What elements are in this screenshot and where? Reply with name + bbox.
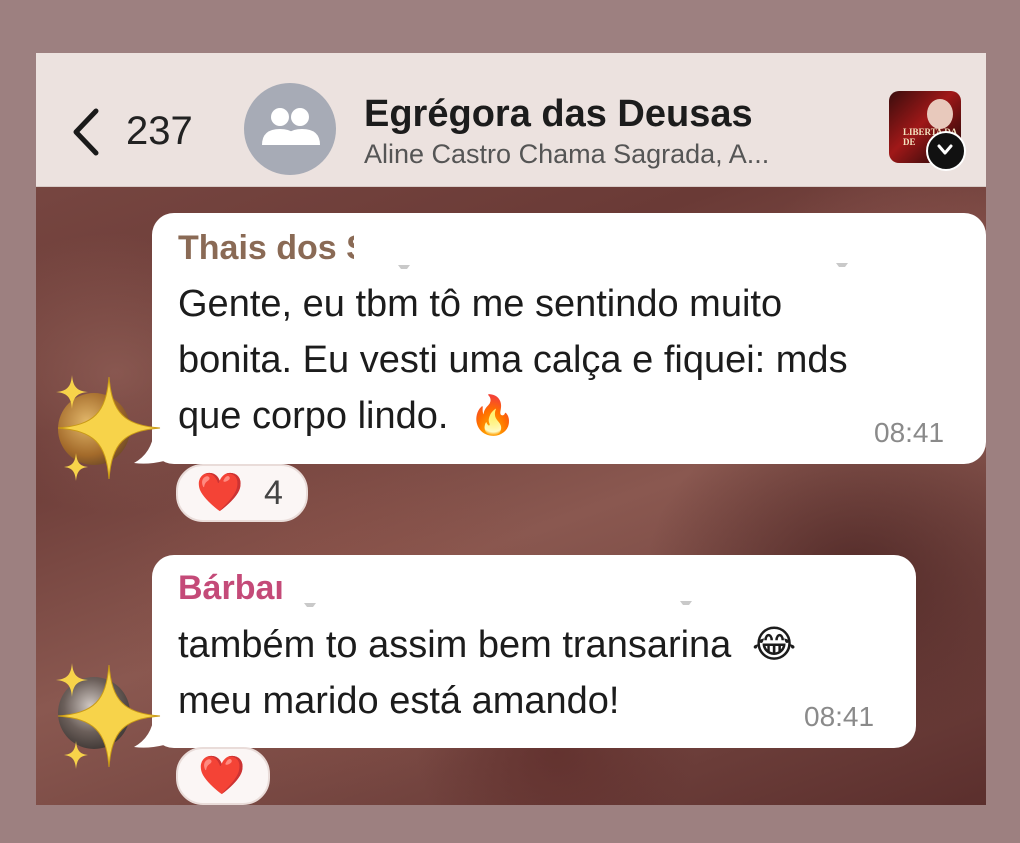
message-sender[interactable]: Bárbaı [178,569,298,608]
message-line-text: que corpo lindo. [178,395,449,437]
chevron-down-icon[interactable] [926,131,966,171]
message-sender[interactable]: Thais dos S [178,229,354,268]
message-line: que corpo lindo. 🔥 [178,388,516,444]
message-bubble[interactable]: Bárbaı também to assim bem transarina 😂 … [152,555,916,748]
reaction-pill[interactable]: ❤️ [176,747,270,805]
chat-window: 237 Egrégora das Deusas Aline Castro Cha… [36,53,986,805]
screenshot: { "header": { "back_count": "237", "titl… [0,0,1020,843]
unread-count[interactable]: 237 [126,109,193,154]
laughing-emoji: 😂 [751,624,797,666]
chat-title[interactable]: Egrégora das Deusas [364,93,753,136]
sparkle-icon [56,375,161,481]
sparkle-icon [56,663,161,769]
message-time: 08:41 [804,701,875,732]
heart-reaction-icon: ❤️ [196,472,244,514]
chat-header: 237 Egrégora das Deusas Aline Castro Cha… [36,53,986,187]
story-portrait [927,99,953,129]
fire-emoji: 🔥 [468,395,517,437]
back-chevron-icon[interactable] [68,107,102,157]
reaction-pill[interactable]: ❤️ 4 [176,464,308,522]
message-bubble[interactable]: Thais dos S Gente, eu tbm tô me sentindo… [152,213,986,464]
message-line: Gente, eu tbm tô me sentindo muito [178,283,783,325]
message-line: bonita. Eu vesti uma calça e fiquei: mds [178,339,848,381]
caret-icon [398,265,410,273]
caret-icon [836,263,848,271]
group-people-icon [262,108,320,145]
group-avatar[interactable] [244,83,336,175]
caret-icon [680,601,692,609]
reaction-count: 4 [264,474,283,512]
message-line: também to assim bem transarina 😂 [178,617,796,673]
message-time: 08:41 [874,417,945,448]
caret-icon [304,603,316,611]
message-line: meu marido está amando! [178,680,620,722]
chat-members[interactable]: Aline Castro Chama Sagrada, A... [364,139,769,170]
message-line-text: também to assim bem transarina [178,624,732,666]
heart-reaction-icon: ❤️ [198,755,246,797]
